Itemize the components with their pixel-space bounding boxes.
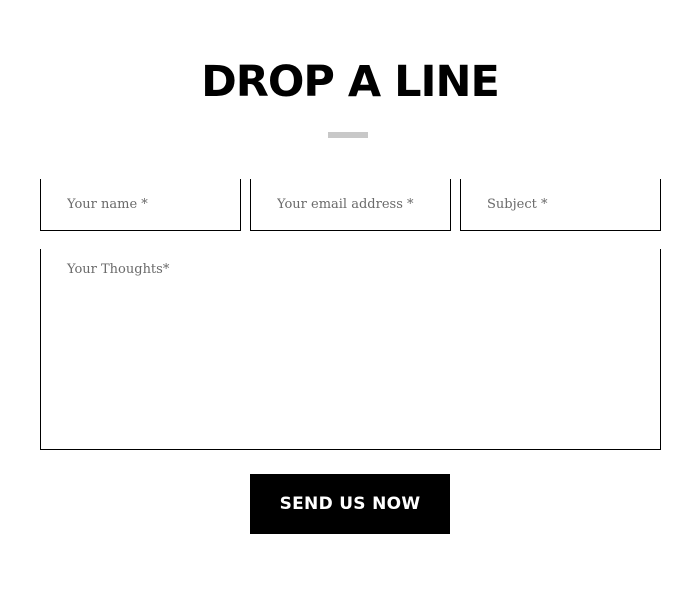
name-input[interactable] <box>40 179 241 231</box>
message-textarea[interactable] <box>40 249 661 450</box>
email-input[interactable] <box>250 179 451 231</box>
title-divider <box>328 132 368 138</box>
section-title: DROP A LINE <box>201 57 500 107</box>
send-button[interactable]: SEND US NOW <box>250 474 450 534</box>
subject-input[interactable] <box>460 179 661 231</box>
